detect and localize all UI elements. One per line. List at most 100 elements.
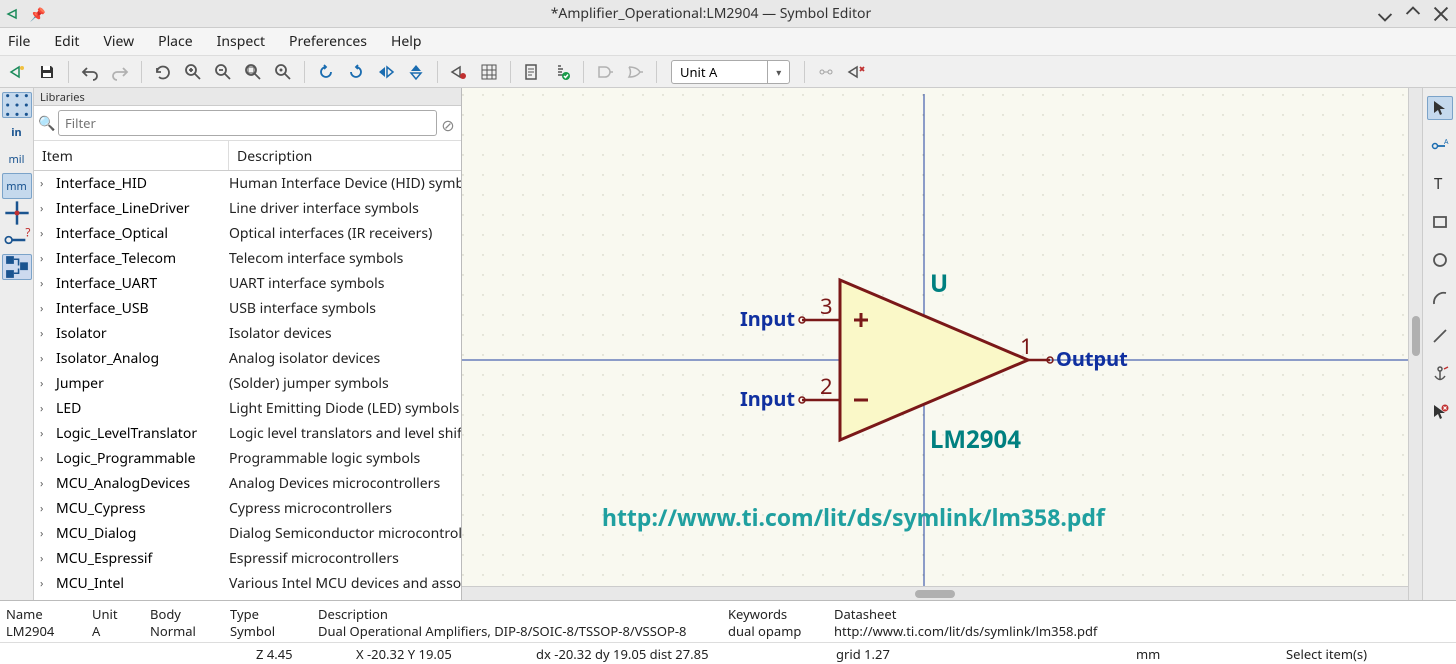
vertical-scrollbar[interactable]	[1408, 88, 1422, 600]
anchor-tool[interactable]	[1427, 362, 1453, 386]
pin2-name: Input	[740, 385, 795, 412]
datasheet-button[interactable]	[519, 59, 545, 85]
horizontal-scrollbar[interactable]	[462, 586, 1408, 600]
library-row[interactable]: ›Interface_TelecomTelecom interface symb…	[34, 246, 461, 271]
add-arc-tool[interactable]	[1427, 286, 1453, 310]
expand-icon[interactable]: ›	[40, 326, 52, 341]
pin-window-icon[interactable]: 📌	[30, 6, 46, 22]
new-symbol-button[interactable]	[4, 59, 30, 85]
library-row[interactable]: ›MCU_CypressCypress microcontrollers	[34, 496, 461, 521]
libraries-panel: Libraries 🔍 ⊘ Item Description ›Interfac…	[34, 88, 462, 600]
rotate-cw-button[interactable]	[343, 59, 369, 85]
zoom-out-button[interactable]	[210, 59, 236, 85]
clear-filter-icon[interactable]: ⊘	[439, 114, 457, 132]
library-row[interactable]: ›MCU_EspressifEspressif microcontrollers	[34, 546, 461, 571]
maximize-icon[interactable]	[1404, 5, 1422, 23]
library-row[interactable]: ›Isolator_AnalogAnalog isolator devices	[34, 346, 461, 371]
add-line-tool[interactable]	[1427, 324, 1453, 348]
select-tool[interactable]	[1427, 96, 1453, 120]
rotate-ccw-button[interactable]	[313, 59, 339, 85]
demorgan-alternate-button[interactable]	[622, 59, 648, 85]
unit-select[interactable]: Unit A ▾	[671, 60, 790, 84]
col-item[interactable]: Item	[34, 141, 229, 170]
library-row[interactable]: ›Jumper(Solder) jumper symbols	[34, 371, 461, 396]
filter-input[interactable]	[58, 110, 437, 136]
info-body-value: Normal	[150, 623, 230, 640]
library-row[interactable]: ›Interface_OpticalOptical interfaces (IR…	[34, 221, 461, 246]
pin-table-button[interactable]	[476, 59, 502, 85]
expand-icon[interactable]: ›	[40, 451, 52, 466]
status-xy: X -20.32 Y 19.05	[356, 645, 536, 663]
close-icon[interactable]	[1432, 5, 1450, 23]
zoom-selection-button[interactable]	[270, 59, 296, 85]
mirror-h-button[interactable]	[373, 59, 399, 85]
menu-view[interactable]: View	[103, 32, 134, 51]
units-mm-button[interactable]: mm	[2, 173, 32, 199]
demorgan-standard-button[interactable]	[592, 59, 618, 85]
expand-icon[interactable]: ›	[40, 301, 52, 316]
library-row[interactable]: ›Interface_HIDHuman Interface Device (HI…	[34, 171, 461, 196]
library-description: Line driver interface symbols	[229, 199, 461, 218]
library-row[interactable]: ›Interface_UARTUART interface symbols	[34, 271, 461, 296]
expand-icon[interactable]: ›	[40, 576, 52, 591]
menu-place[interactable]: Place	[158, 32, 193, 51]
libraries-list[interactable]: ›Interface_HIDHuman Interface Device (HI…	[34, 171, 461, 600]
refresh-button[interactable]	[150, 59, 176, 85]
expand-icon[interactable]: ›	[40, 376, 52, 391]
zoom-in-button[interactable]	[180, 59, 206, 85]
undo-button[interactable]	[77, 59, 103, 85]
zoom-fit-button[interactable]	[240, 59, 266, 85]
units-mil-button[interactable]: mil	[2, 146, 32, 172]
mirror-v-button[interactable]	[403, 59, 429, 85]
save-button[interactable]	[34, 59, 60, 85]
library-row[interactable]: ›Interface_USBUSB interface symbols	[34, 296, 461, 321]
menu-edit[interactable]: Edit	[54, 32, 79, 51]
cursor-shape-button[interactable]	[2, 200, 32, 226]
menu-inspect[interactable]: Inspect	[217, 32, 265, 51]
chevron-down-icon[interactable]: ▾	[767, 61, 789, 83]
add-text-tool[interactable]: T	[1427, 172, 1453, 196]
expand-icon[interactable]: ›	[40, 551, 52, 566]
expand-icon[interactable]: ›	[40, 401, 52, 416]
add-pin-tool[interactable]: A	[1427, 134, 1453, 158]
expand-icon[interactable]: ›	[40, 226, 52, 241]
library-row[interactable]: ›Logic_ProgrammableProgrammable logic sy…	[34, 446, 461, 471]
menu-file[interactable]: File	[8, 32, 30, 51]
menu-preferences[interactable]: Preferences	[289, 32, 367, 51]
col-description[interactable]: Description	[229, 141, 320, 170]
delete-tool[interactable]	[1427, 400, 1453, 424]
expand-icon[interactable]: ›	[40, 476, 52, 491]
expand-icon[interactable]: ›	[40, 501, 52, 516]
expand-icon[interactable]: ›	[40, 526, 52, 541]
library-row[interactable]: ›MCU_DialogDialog Semiconductor microcon…	[34, 521, 461, 546]
library-row[interactable]: ›MCU_IntelVarious Intel MCU devices and …	[34, 571, 461, 596]
add-to-schematic-button[interactable]	[843, 59, 869, 85]
expand-icon[interactable]: ›	[40, 201, 52, 216]
grid-button[interactable]	[2, 92, 32, 118]
minimize-icon[interactable]	[1376, 5, 1394, 23]
sync-pins-button[interactable]	[813, 59, 839, 85]
erc-button[interactable]	[549, 59, 575, 85]
library-row[interactable]: ›LEDLight Emitting Diode (LED) symbols	[34, 396, 461, 421]
expand-icon[interactable]: ›	[40, 426, 52, 441]
symbol-properties-button[interactable]	[446, 59, 472, 85]
library-row[interactable]: ›IsolatorIsolator devices	[34, 321, 461, 346]
expand-icon[interactable]: ›	[40, 351, 52, 366]
show-pin-electrical-button[interactable]: ?	[2, 227, 32, 253]
expand-icon[interactable]: ›	[40, 251, 52, 266]
units-in-button[interactable]: in	[2, 119, 32, 145]
library-description: Espressif microcontrollers	[229, 549, 461, 568]
expand-icon[interactable]: ›	[40, 176, 52, 191]
canvas-svg[interactable]: 3 2 1 Input Input Output U LM2904 http:/…	[462, 88, 1408, 600]
add-circle-tool[interactable]	[1427, 248, 1453, 272]
canvas[interactable]: 3 2 1 Input Input Output U LM2904 http:/…	[462, 88, 1408, 600]
library-row[interactable]: ›Logic_LevelTranslatorLogic level transl…	[34, 421, 461, 446]
info-type-label: Type	[230, 606, 318, 623]
library-row[interactable]: ›MCU_AnalogDevicesAnalog Devices microco…	[34, 471, 461, 496]
add-rect-tool[interactable]	[1427, 210, 1453, 234]
menu-help[interactable]: Help	[391, 32, 422, 51]
redo-button[interactable]	[107, 59, 133, 85]
show-symbol-tree-button[interactable]	[2, 254, 32, 280]
expand-icon[interactable]: ›	[40, 276, 52, 291]
library-row[interactable]: ›Interface_LineDriverLine driver interfa…	[34, 196, 461, 221]
